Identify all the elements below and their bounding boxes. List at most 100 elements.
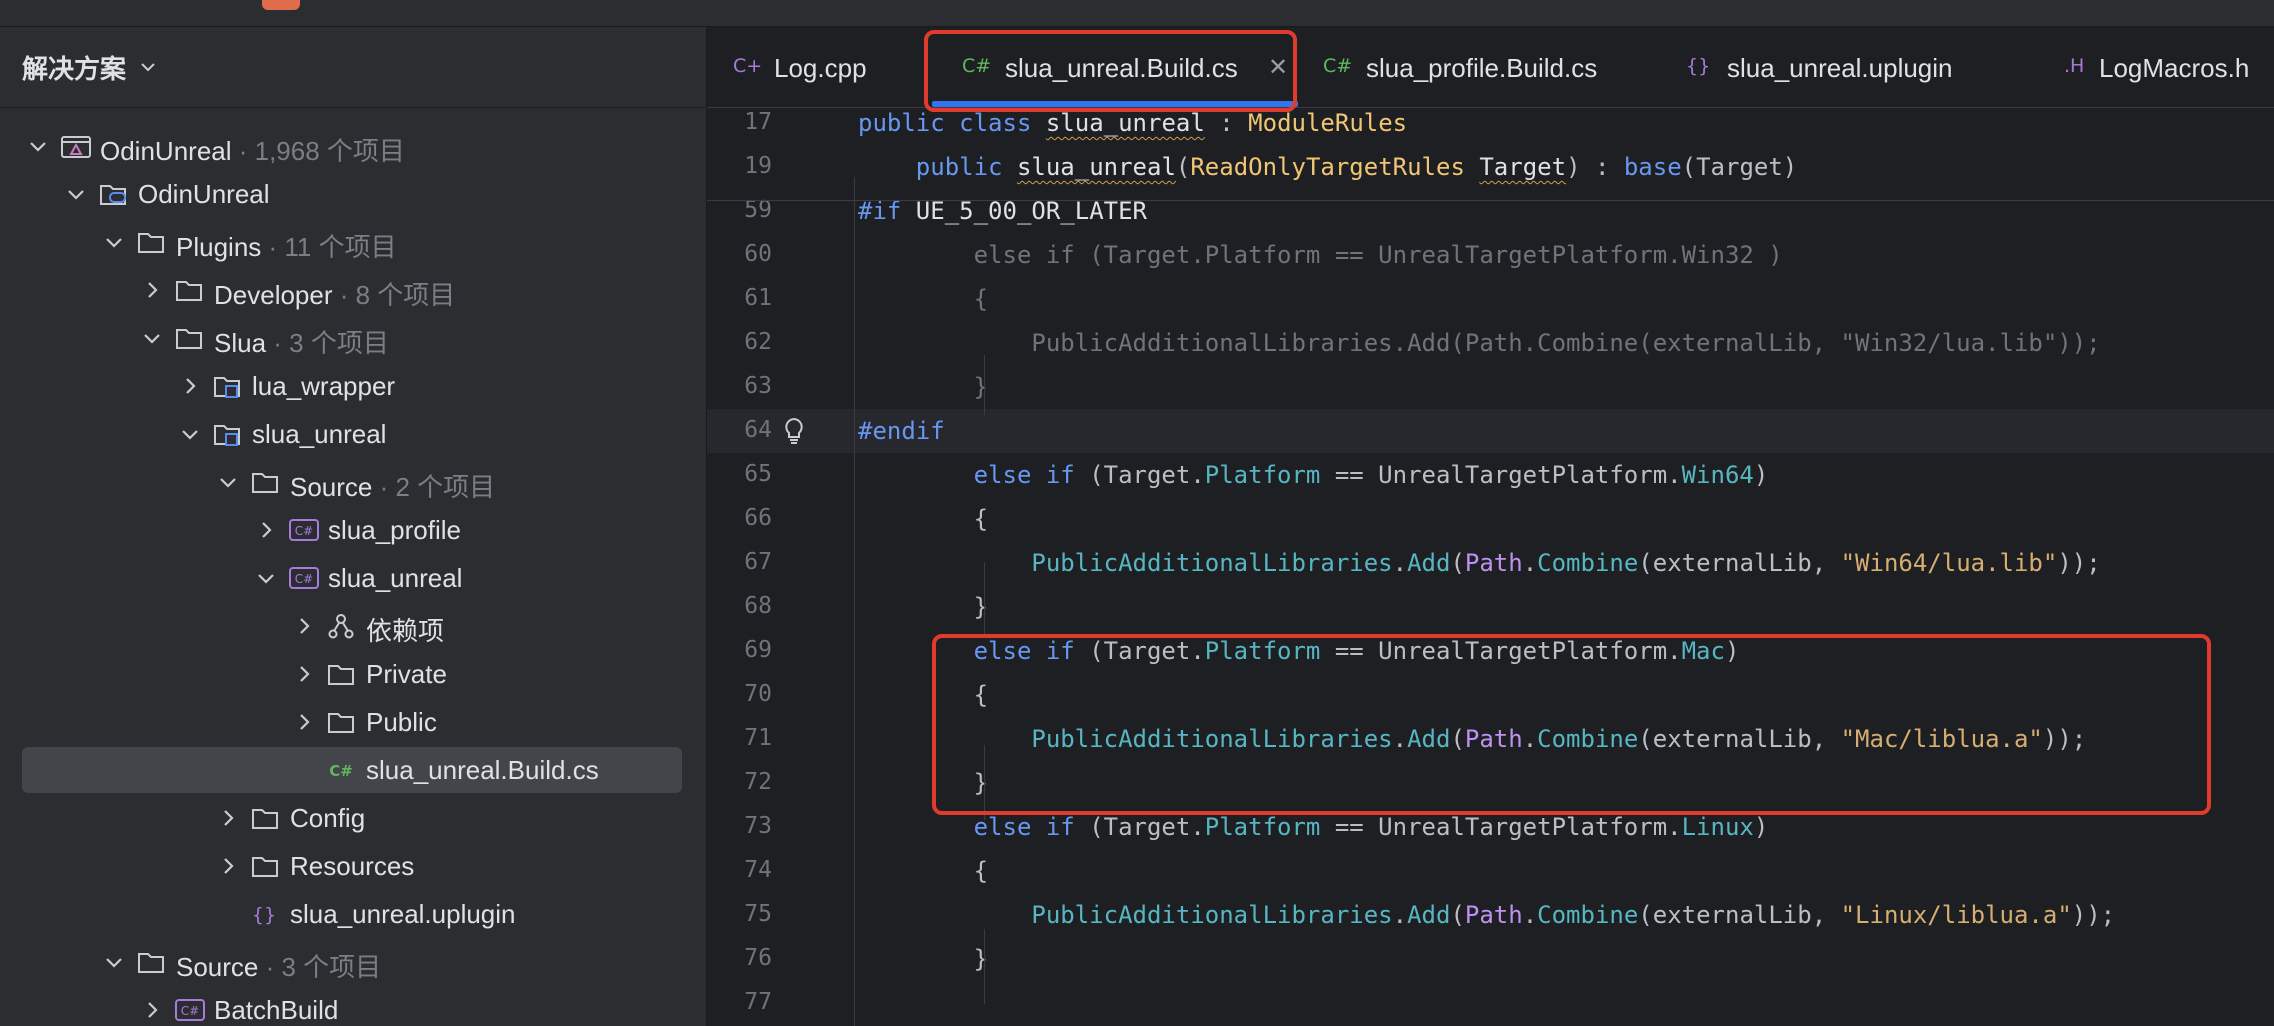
- code-line[interactable]: 76 }: [707, 937, 2274, 981]
- highlight-box-active-tab: [924, 30, 1297, 112]
- code-text: #if UE_5_00_OR_LATER: [858, 197, 1147, 225]
- tree-item-label: slua_unreal: [328, 563, 462, 594]
- code-line[interactable]: 60 else if (Target.Platform == UnrealTar…: [707, 233, 2274, 277]
- code-line[interactable]: 62 PublicAdditionalLibraries.Add(Path.Co…: [707, 321, 2274, 365]
- chevron-right-icon[interactable]: [140, 278, 164, 302]
- tree-item-label: Resources: [290, 851, 414, 882]
- tree-item-label: Public: [366, 707, 437, 738]
- tree-item[interactable]: OdinUnreal · 1,968 个项目: [0, 122, 706, 170]
- tree-item[interactable]: Source · 3 个项目: [0, 938, 706, 986]
- line-number: 19: [744, 153, 772, 179]
- chevron-right-icon[interactable]: [292, 662, 316, 686]
- chevron-right-icon[interactable]: [216, 806, 240, 830]
- tree-item[interactable]: slua_unreal: [0, 410, 706, 458]
- tab-slua-unreal-uplugin[interactable]: {} slua_unreal.uplugin: [1658, 27, 2010, 107]
- solution-explorer-header[interactable]: 解决方案: [0, 27, 706, 108]
- code-line[interactable]: 61 {: [707, 277, 2274, 321]
- tree-item-label: 依赖项: [366, 611, 444, 648]
- chevron-right-icon[interactable]: [292, 710, 316, 734]
- tree-item[interactable]: Private: [0, 650, 706, 698]
- tree-item-count: · 2 个项目: [372, 472, 496, 502]
- tree-item[interactable]: lua_wrapper: [0, 362, 706, 410]
- tree-item[interactable]: 依赖项: [0, 602, 706, 650]
- chevron-down-icon[interactable]: [254, 566, 278, 590]
- line-number: 74: [744, 857, 772, 883]
- code-editor[interactable]: C+ Log.cpp C# slua_unreal.Build.cs ✕ C# …: [707, 27, 2274, 1026]
- chevron-down-icon[interactable]: [140, 61, 156, 73]
- chevron-down-icon[interactable]: [140, 326, 164, 350]
- tree-item[interactable]: Plugins · 11 个项目: [0, 218, 706, 266]
- svg-text:{}: {}: [252, 904, 276, 926]
- tree-item[interactable]: Resources: [0, 842, 706, 890]
- code-line[interactable]: 64 #endif: [707, 409, 2274, 453]
- tree-item[interactable]: OdinUnreal: [0, 170, 706, 218]
- csharp-project-icon: C#: [288, 516, 319, 544]
- line-number: 62: [744, 329, 772, 355]
- folder-icon: [250, 468, 280, 496]
- chevron-down-icon[interactable]: [216, 470, 240, 494]
- code-line[interactable]: 66 {: [707, 497, 2274, 541]
- chevron-right-icon[interactable]: [140, 998, 164, 1022]
- folder-icon: [136, 228, 166, 256]
- line-number: 60: [744, 241, 772, 267]
- tree-item-count: · 11 个项目: [261, 232, 397, 262]
- code-line[interactable]: 19 public slua_unreal(ReadOnlyTargetRule…: [707, 145, 2274, 189]
- code-line[interactable]: 67 PublicAdditionalLibraries.Add(Path.Co…: [707, 541, 2274, 585]
- line-number: 75: [744, 901, 772, 927]
- chevron-down-icon[interactable]: [26, 134, 50, 158]
- tree-item[interactable]: Slua · 3 个项目: [0, 314, 706, 362]
- tab-label: Log.cpp: [774, 53, 867, 83]
- code-line[interactable]: 68 }: [707, 585, 2274, 629]
- tree-item-count: · 3 个项目: [258, 952, 382, 982]
- tree-item[interactable]: C# slua_unreal: [0, 554, 706, 602]
- sticky-header-separator: [707, 200, 2274, 201]
- chevron-down-icon[interactable]: [64, 182, 88, 206]
- indent-guide: [984, 562, 985, 637]
- dependencies-icon: [326, 612, 356, 640]
- tab-slua-profile-build-cs[interactable]: C# slua_profile.Build.cs: [1298, 27, 1658, 107]
- tree-item[interactable]: {} slua_unreal.uplugin: [0, 890, 706, 938]
- chevron-right-icon[interactable]: [292, 614, 316, 638]
- folder-icon: [174, 324, 204, 352]
- tree-item-name: 依赖项: [366, 616, 445, 646]
- indent-guide: [984, 355, 985, 415]
- tree-item-label: Source · 2 个项目: [290, 467, 495, 504]
- svg-text:C#: C#: [181, 1004, 199, 1018]
- code-line[interactable]: 74 {: [707, 849, 2274, 893]
- code-line[interactable]: 63 }: [707, 365, 2274, 409]
- chevron-right-icon[interactable]: [178, 374, 202, 398]
- tree-item-count: · 8 个项目: [332, 280, 456, 310]
- chevron-right-icon[interactable]: [216, 854, 240, 878]
- tab-logmacros-h[interactable]: .H LogMacros.h: [2010, 27, 2274, 107]
- tree-item-name: Public: [366, 707, 437, 737]
- tree-item-label: Plugins · 11 个项目: [176, 227, 397, 264]
- lightbulb-icon[interactable]: [783, 417, 805, 450]
- tree-item[interactable]: C# slua_unreal.Build.cs: [0, 746, 706, 794]
- code-line[interactable]: 77: [707, 981, 2274, 1025]
- tree-item[interactable]: Config: [0, 794, 706, 842]
- tree-item-label: OdinUnreal · 1,968 个项目: [100, 131, 405, 168]
- highlight-box-mac-block: [932, 634, 2211, 815]
- tab-log-cpp[interactable]: C+ Log.cpp: [707, 27, 932, 107]
- tree-item-name: Developer: [214, 280, 333, 310]
- chevron-down-icon[interactable]: [178, 422, 202, 446]
- tree-item[interactable]: Developer · 8 个项目: [0, 266, 706, 314]
- indent-guide: [854, 177, 855, 1026]
- tree-item[interactable]: Public: [0, 698, 706, 746]
- chevron-down-icon[interactable]: [102, 950, 126, 974]
- code-line[interactable]: 59 #if UE_5_00_OR_LATER: [707, 189, 2274, 233]
- csharp-project-icon: C#: [174, 996, 205, 1024]
- code-line[interactable]: 75 PublicAdditionalLibraries.Add(Path.Co…: [707, 893, 2274, 937]
- tree-item-name: slua_unreal.uplugin: [290, 899, 516, 929]
- tree-item[interactable]: C# BatchBuild: [0, 986, 706, 1026]
- chevron-down-icon[interactable]: [102, 230, 126, 254]
- tree-item[interactable]: Source · 2 个项目: [0, 458, 706, 506]
- tree-item-name: slua_unreal: [328, 563, 463, 593]
- code-line[interactable]: 65 else if (Target.Platform == UnrealTar…: [707, 453, 2274, 497]
- tree-item-label: slua_unreal.uplugin: [290, 899, 516, 930]
- chevron-right-icon[interactable]: [254, 518, 278, 542]
- tree-item-name: Config: [290, 803, 366, 833]
- tree-item-name: Source: [176, 952, 259, 982]
- tree-item[interactable]: C# slua_profile: [0, 506, 706, 554]
- tree-item-name: BatchBuild: [214, 995, 339, 1025]
